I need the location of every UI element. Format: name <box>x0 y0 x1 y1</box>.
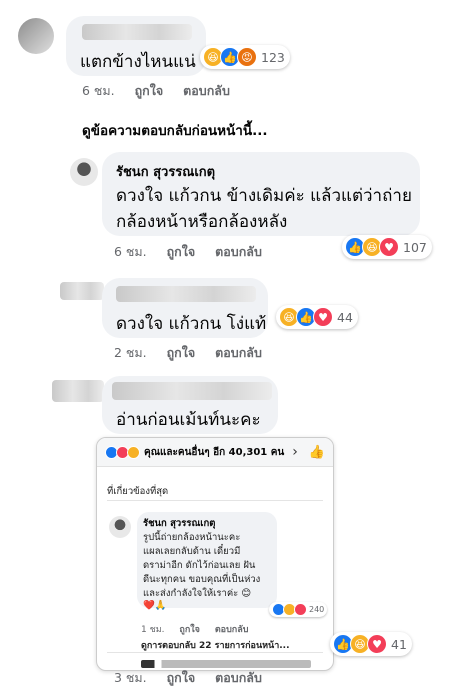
chevron-right-icon: › <box>292 444 298 460</box>
reply-time[interactable]: 3 ชม. <box>114 670 147 685</box>
reaction-summary[interactable]: 😆 👍 😡 123 <box>200 45 290 69</box>
like-link[interactable]: ถูกใจ <box>167 345 196 360</box>
haha-icon <box>127 445 140 459</box>
angry-icon: 😡 <box>237 47 257 67</box>
reply-meta: 6 ชม. ถูกใจ ตอบกลับ <box>114 242 278 262</box>
screenshot-divider <box>107 500 323 501</box>
reply-time[interactable]: 2 ชม. <box>114 345 147 360</box>
reaction-count: 41 <box>391 636 407 652</box>
reply-bubble: รัชนก สุวรรณเกตุ ดวงใจ แก้วกน ข้างเดิมค่… <box>102 152 420 236</box>
reply-text-line1: ดวงใจ แก้วกน ข้างเดิมค่ะ แล้วแต่ว่าถ่าย <box>116 186 412 206</box>
screenshot-meta: 1 ชม. ถูกใจ ตอบกลับ <box>141 622 248 636</box>
view-previous-replies[interactable]: ดูข้อความตอบกลับก่อนหน้านี้... <box>82 119 268 141</box>
like-link[interactable]: ถูกใจ <box>167 670 196 685</box>
reply-text-line2: กล้องหน้าหรือกล้องหลัง <box>116 212 288 232</box>
screenshot-author: รัชนก สุวรรณเกตุ <box>143 518 216 529</box>
reply-bubble: ดวงใจ แก้วกน โง่แท้ <box>102 278 268 338</box>
reply-link[interactable]: ตอบกลับ <box>215 345 262 360</box>
like-thumb-icon: 👍 <box>308 444 325 460</box>
blurred-name <box>82 24 192 40</box>
screenshot-header: คุณและคนอื่นๆ อีก 40,301 คน › 👍 <box>97 438 333 467</box>
like-link[interactable]: ถูกใจ <box>135 83 164 98</box>
screenshot-sort: ที่เกี่ยวข้องที่สุด <box>107 486 169 497</box>
attached-screenshot[interactable]: คุณและคนอื่นๆ อีก 40,301 คน › 👍 ที่เกี่ย… <box>96 437 334 671</box>
reaction-count: 123 <box>261 49 285 65</box>
reply-text: อ่านก่อนเม้นท์นะคะ <box>116 410 261 430</box>
author-name[interactable]: รัชนก สุวรรณเกตุ <box>116 161 215 182</box>
reaction-summary[interactable]: 😆 👍 ♥ 44 <box>276 305 358 329</box>
blurred-avatar <box>52 380 104 402</box>
blurred-avatar <box>60 282 104 300</box>
reaction-summary[interactable]: 👍 😆 ♥ 107 <box>342 235 432 259</box>
reply-meta: 2 ชม. ถูกใจ ตอบกลับ <box>114 343 278 363</box>
reply-link[interactable]: ตอบกลับ <box>215 670 262 685</box>
avatar <box>109 516 131 538</box>
screenshot-more-replies: ดูการตอบกลับ 22 รายการก่อนหน้า... <box>141 641 290 651</box>
reply-text: ดวงใจ แก้วกน โง่แท้ <box>116 314 267 334</box>
love-icon: ♥ <box>313 307 333 327</box>
blurred-name <box>116 286 256 302</box>
avatar[interactable] <box>70 158 98 186</box>
screenshot-line: ดีนะทุกคน ขอบคุณที่เป็นห่วง <box>143 574 261 585</box>
reaction-count: 44 <box>337 309 353 325</box>
screenshot-reactors: คุณและคนอื่นๆ อีก 40,301 คน <box>144 446 285 458</box>
love-icon: ♥ <box>367 634 387 654</box>
reply-bubble: อ่านก่อนเม้นท์นะคะ <box>102 376 278 434</box>
screenshot-like: ถูกใจ <box>179 625 200 635</box>
screenshot-cut-row <box>141 660 311 668</box>
screenshot-line: และส่งกำลังใจให้เราค่ะ 😊 <box>143 588 252 599</box>
comment-meta: 6 ชม. ถูกใจ ตอบกลับ <box>82 81 246 101</box>
screenshot-line: แผลเลยกลับด้าน เดี๋ยวมี <box>143 546 241 557</box>
like-link[interactable]: ถูกใจ <box>167 244 196 259</box>
screenshot-time: 1 ชม. <box>141 625 165 635</box>
blurred-name <box>112 382 272 400</box>
screenshot-reply: ตอบกลับ <box>214 625 249 635</box>
screenshot-reaction-count: 240 <box>309 605 325 614</box>
screenshot-reactions: 240 <box>269 602 328 617</box>
screenshot-emoji: ❤️🙏 <box>143 600 167 611</box>
avatar[interactable] <box>18 18 54 54</box>
reaction-summary[interactable]: 👍 😆 ♥ 41 <box>330 632 412 656</box>
screenshot-line: ดราม่าอีก ดักไว้ก่อนเลย ฝัน <box>143 560 256 571</box>
comment-bubble: แตกข้างไหนแน่ <box>66 16 206 76</box>
reply-link[interactable]: ตอบกลับ <box>215 244 262 259</box>
love-icon: ♥ <box>379 237 399 257</box>
screenshot-line: รูปนี้ถ่ายกล้องหน้านะคะ <box>143 532 241 543</box>
comment-time[interactable]: 6 ชม. <box>82 83 115 98</box>
screenshot-divider <box>107 652 323 653</box>
comment-text: แตกข้างไหนแน่ <box>80 52 196 72</box>
love-icon <box>294 603 307 616</box>
reply-time[interactable]: 6 ชม. <box>114 244 147 259</box>
reaction-count: 107 <box>403 239 427 255</box>
reply-link[interactable]: ตอบกลับ <box>183 83 230 98</box>
reply-meta: 3 ชม. ถูกใจ ตอบกลับ <box>114 668 278 688</box>
